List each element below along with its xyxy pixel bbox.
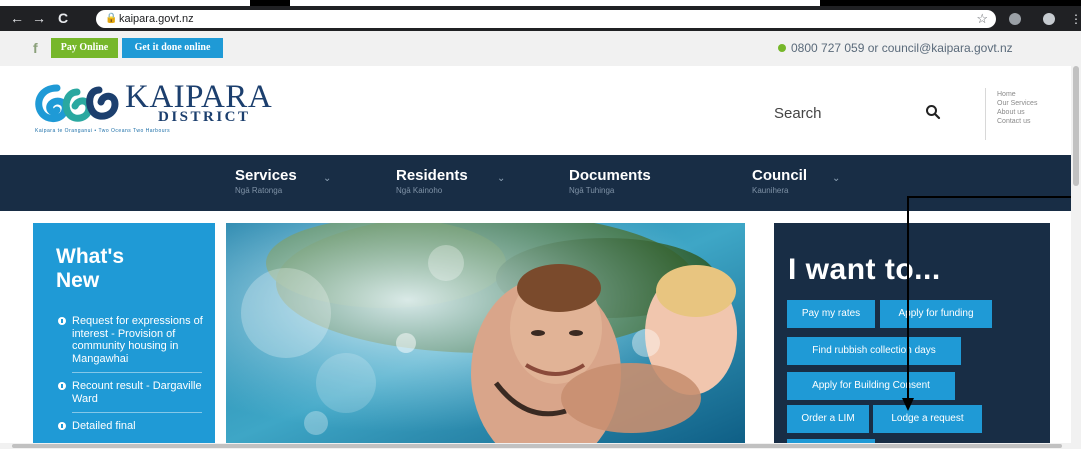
- news-item[interactable]: Recount result - Dargaville Ward: [58, 380, 203, 405]
- screenshot-root: ← → C 🔒 kaipara.govt.nz ☆ ⋮ f Pay Online…: [0, 0, 1081, 449]
- hero-photo: [226, 223, 745, 443]
- site-header: KAIPARA DISTRICT Kaipara te Oranganui • …: [0, 66, 1081, 155]
- order-a-lim-button[interactable]: Order a LIM: [787, 405, 869, 433]
- quick-link-home[interactable]: Home: [997, 90, 1037, 99]
- search-icon[interactable]: [925, 104, 941, 120]
- quick-link-contact-us[interactable]: Contact us: [997, 117, 1037, 126]
- address-url: kaipara.govt.nz: [119, 13, 194, 25]
- nav-residents-maori: Ngā Kainoho: [396, 186, 443, 195]
- whats-new-heading-line2: New: [56, 269, 100, 292]
- news-list: Request for expressions of interest - Pr…: [58, 315, 203, 440]
- news-item[interactable]: Request for expressions of interest - Pr…: [58, 315, 203, 365]
- chevron-down-icon: ⌄: [323, 173, 332, 184]
- utility-bar: f Pay Online Get it done online 0800 727…: [0, 31, 1081, 66]
- hero-image[interactable]: [226, 223, 745, 443]
- contact-info[interactable]: 0800 727 059 or council@kaipara.govt.nz: [778, 41, 1013, 55]
- news-divider: [72, 412, 202, 413]
- i-want-to-heading: I want to...: [788, 253, 941, 286]
- chevron-down-icon: ⌄: [497, 173, 506, 184]
- news-item[interactable]: Detailed final: [58, 420, 203, 433]
- nav-services-maori: Ngā Ratonga: [235, 186, 283, 195]
- logo-swirl-icon: [35, 84, 119, 122]
- header-divider: [985, 88, 986, 140]
- nav-council[interactable]: Council Kaunihera ⌄: [752, 167, 840, 195]
- nav-council-title: Council: [752, 167, 807, 184]
- pay-online-button[interactable]: Pay Online: [51, 38, 118, 58]
- extension-icon[interactable]: [1009, 13, 1021, 25]
- reload-icon[interactable]: C: [58, 10, 68, 26]
- vertical-scrollbar[interactable]: [1071, 66, 1081, 443]
- news-item-text: Recount result - Dargaville Ward: [72, 380, 202, 405]
- chevron-down-icon: ⌄: [832, 173, 841, 184]
- search-input[interactable]: Search: [774, 105, 822, 122]
- logo-tagline: Kaipara te Oranganui • Two Oceans Two Ha…: [35, 128, 171, 134]
- nav-documents[interactable]: Documents Ngā Tuhinga: [569, 167, 651, 195]
- news-divider: [72, 372, 202, 373]
- address-bar[interactable]: 🔒 kaipara.govt.nz ☆: [96, 10, 996, 28]
- whats-new-heading-line1: What's: [56, 245, 124, 268]
- phone-icon: [778, 44, 786, 52]
- nav-documents-maori: Ngā Tuhinga: [569, 186, 615, 195]
- profile-avatar[interactable]: [1043, 13, 1055, 25]
- browser-menu-icon[interactable]: ⋮: [1070, 12, 1081, 26]
- browser-toolbar: ← → C 🔒 kaipara.govt.nz ☆ ⋮: [0, 6, 1081, 31]
- lodge-a-request-button[interactable]: Lodge a request: [873, 405, 982, 433]
- quick-links: Home Our Services About us Contact us: [997, 90, 1037, 126]
- bullet-icon: [58, 382, 66, 390]
- apply-for-funding-button[interactable]: Apply for funding: [880, 300, 992, 328]
- quick-link-our-services[interactable]: Our Services: [997, 99, 1037, 108]
- vertical-scrollbar-thumb[interactable]: [1073, 66, 1079, 186]
- pay-my-rates-button[interactable]: Pay my rates: [787, 300, 875, 328]
- quick-link-about-us[interactable]: About us: [997, 108, 1037, 117]
- nav-council-maori: Kaunihera: [752, 186, 789, 195]
- nav-residents-title: Residents: [396, 167, 468, 184]
- news-item-text: Request for expressions of interest - Pr…: [72, 315, 203, 365]
- lock-icon: 🔒: [105, 13, 118, 24]
- nav-residents[interactable]: Residents Ngā Kainoho ⌄: [396, 167, 505, 195]
- horizontal-scrollbar-thumb[interactable]: [12, 444, 1062, 448]
- facebook-icon[interactable]: f: [33, 40, 38, 56]
- logo-subtitle: DISTRICT: [158, 109, 251, 125]
- back-icon[interactable]: ←: [10, 10, 24, 26]
- nav-services[interactable]: Services Ngā Ratonga ⌄: [235, 167, 331, 195]
- get-it-done-online-button[interactable]: Get it done online: [122, 38, 223, 58]
- nav-documents-title: Documents: [569, 167, 651, 184]
- bookmark-star-icon[interactable]: ☆: [976, 11, 988, 27]
- whats-new-panel: What's New Request for expressions of in…: [33, 223, 215, 443]
- horizontal-scrollbar[interactable]: [0, 443, 1081, 449]
- bullet-icon: [58, 422, 66, 430]
- find-rubbish-collection-days-button[interactable]: Find rubbish collection days: [787, 337, 961, 365]
- apply-for-building-consent-button[interactable]: Apply for Building Consent: [787, 372, 955, 400]
- nav-services-title: Services: [235, 167, 297, 184]
- news-item-text: Detailed final: [72, 420, 136, 432]
- i-want-to-panel: I want to... Pay my rates Apply for fund…: [774, 223, 1050, 443]
- bullet-icon: [58, 317, 66, 325]
- main-navigation: Services Ngā Ratonga ⌄ Residents Ngā Kai…: [0, 155, 1081, 211]
- forward-icon[interactable]: →: [32, 10, 46, 26]
- contact-text: 0800 727 059 or council@kaipara.govt.nz: [791, 41, 1013, 55]
- whats-new-heading: What's New: [56, 245, 124, 293]
